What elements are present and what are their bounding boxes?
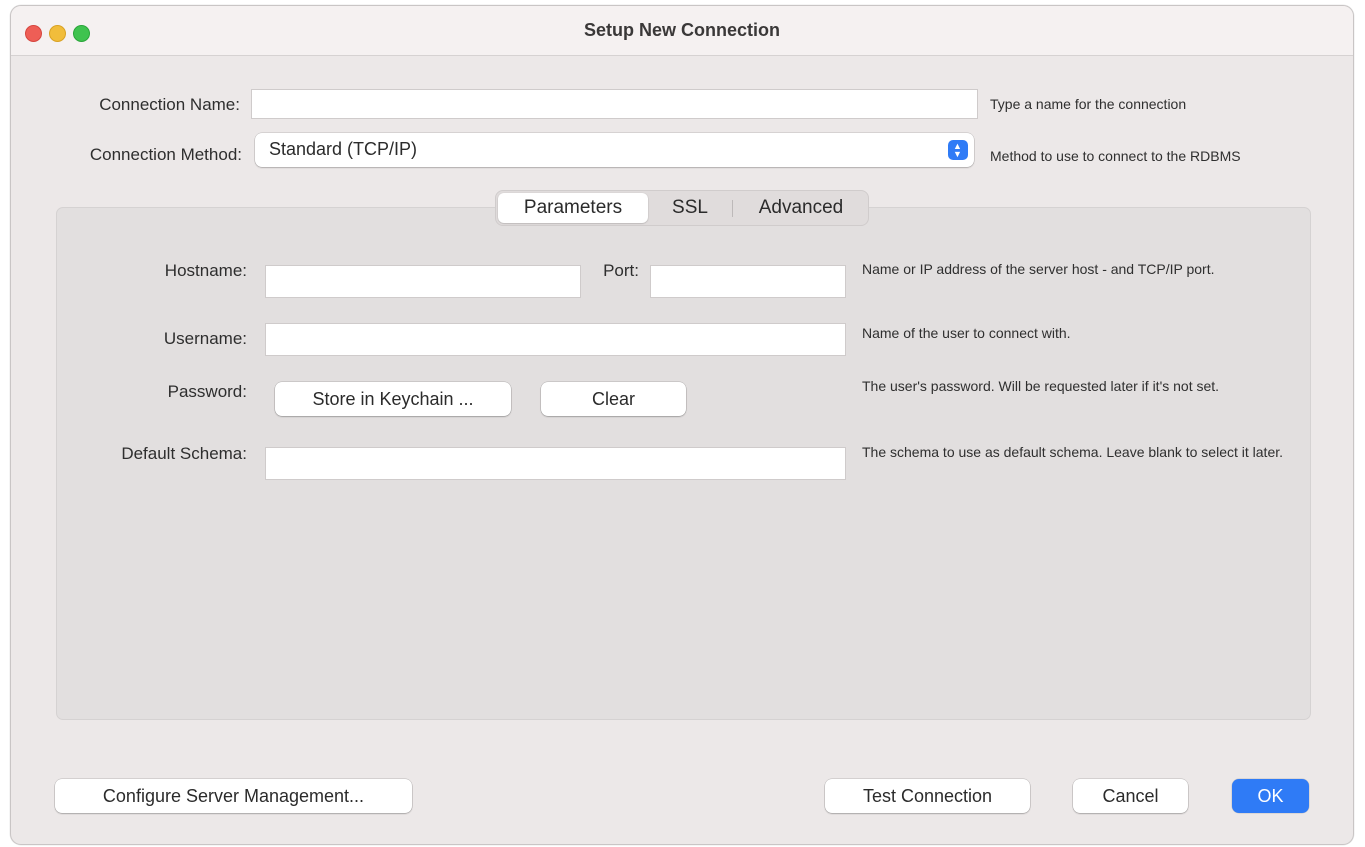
ok-button[interactable]: OK — [1232, 779, 1309, 813]
username-input[interactable] — [265, 323, 846, 356]
username-label: Username: — [163, 329, 247, 348]
default-schema-input[interactable] — [265, 447, 846, 480]
hostname-input[interactable] — [265, 265, 581, 298]
tab-bar: Parameters SSL Advanced — [495, 190, 869, 226]
hostname-label: Hostname: — [164, 261, 247, 280]
password-hint: The user's password. Will be requested l… — [862, 378, 1220, 394]
chevron-up-down-icon: ▲ ▼ — [948, 140, 968, 160]
connection-method-select[interactable]: Standard (TCP/IP) ▲ ▼ — [255, 133, 974, 167]
username-hint: Name of the user to connect with. — [862, 325, 1071, 341]
host-port-hint: Name or IP address of the server host - … — [862, 261, 1215, 277]
title-bar[interactable]: Setup New Connection — [11, 6, 1353, 56]
clear-password-button[interactable]: Clear — [541, 382, 686, 416]
window-title: Setup New Connection — [583, 20, 780, 40]
tab-advanced[interactable]: Advanced — [733, 191, 869, 225]
port-input[interactable] — [650, 265, 846, 298]
connection-method-hint: Method to use to connect to the RDBMS — [990, 148, 1241, 164]
default-schema-hint: The schema to use as default schema. Lea… — [862, 444, 1284, 460]
default-schema-label: Default Schema: — [121, 444, 247, 463]
connection-name-label: Connection Name: — [99, 95, 240, 114]
tab-ssl[interactable]: SSL — [648, 191, 732, 225]
connection-method-value: Standard (TCP/IP) — [269, 139, 418, 159]
password-label: Password: — [167, 382, 247, 401]
test-connection-button[interactable]: Test Connection — [825, 779, 1030, 813]
connection-name-input[interactable] — [251, 89, 978, 119]
connection-method-label: Connection Method: — [89, 145, 242, 164]
tab-parameters[interactable]: Parameters — [498, 193, 648, 223]
port-label: Port: — [603, 261, 639, 280]
store-in-keychain-button[interactable]: Store in Keychain ... — [275, 382, 511, 416]
configure-server-management-button[interactable]: Configure Server Management... — [55, 779, 412, 813]
setup-connection-window: Setup New Connection Connection Name: Ty… — [10, 5, 1354, 845]
connection-name-hint: Type a name for the connection — [990, 96, 1187, 112]
cancel-button[interactable]: Cancel — [1073, 779, 1188, 813]
